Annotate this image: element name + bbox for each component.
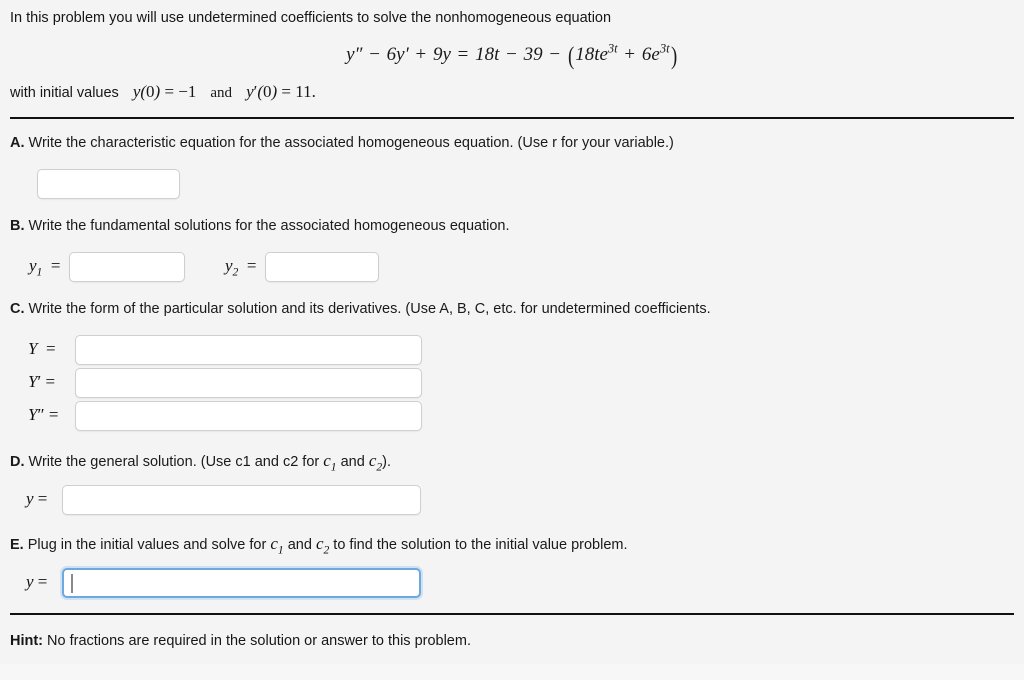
label-Y-double-prime: Y″ =	[28, 405, 59, 424]
section-e-prompt: E. Plug in the initial values and solve …	[10, 534, 628, 556]
section-c-letter: C.	[10, 301, 25, 317]
section-a-text: Write the characteristic equation for th…	[28, 135, 674, 151]
particular-solution-Y-input[interactable]	[75, 335, 422, 365]
label-y-ivp: y =	[26, 572, 48, 591]
label-Y-prime: Y′ =	[28, 372, 56, 391]
section-e-text-end: to find the solution to the initial valu…	[329, 537, 628, 553]
particular-solution-Y-double-prime-input[interactable]	[75, 401, 422, 431]
initial-value-2: y′(0) = 11.	[246, 82, 316, 101]
ivp-solution-input[interactable]	[62, 568, 421, 598]
section-d-c1: c1	[323, 451, 337, 474]
bottom-band	[0, 664, 1024, 680]
characteristic-equation-input[interactable]	[37, 169, 180, 199]
section-d-letter: D.	[10, 454, 25, 470]
section-d-c2: c2	[368, 451, 383, 474]
hint-label: Hint:	[10, 633, 44, 649]
section-e-c2: c2	[315, 534, 330, 557]
equation-render: y″ − 6y′ + 9y = 18t − 39 − (18te3t + 6e3…	[346, 42, 677, 71]
fundamental-solution-y1-input[interactable]	[69, 252, 185, 282]
label-y-general: y =	[26, 489, 48, 508]
text-cursor	[71, 574, 73, 593]
fundamental-solution-y2-input[interactable]	[265, 252, 379, 282]
section-c-text: Write the form of the particular solutio…	[28, 301, 711, 317]
section-b-letter: B.	[10, 218, 25, 234]
general-solution-input[interactable]	[62, 485, 421, 515]
problem-page: In this problem you will use undetermine…	[0, 0, 1024, 680]
section-d-prompt: D. Write the general solution. (Use c1 a…	[10, 451, 391, 473]
section-e-text-mid: and	[283, 537, 316, 553]
hint-text: No fractions are required in the solutio…	[47, 633, 471, 649]
section-e-text-part1: Plug in the initial values and solve for	[27, 537, 271, 553]
section-a-prompt: A. Write the characteristic equation for…	[10, 135, 674, 151]
intro-text: In this problem you will use undetermine…	[10, 10, 612, 26]
section-d-text-part1: Write the general solution. (Use c1 and …	[28, 454, 324, 470]
initial-value-1: y(0) = −1	[132, 82, 197, 101]
particular-solution-Y-prime-input[interactable]	[75, 368, 422, 398]
section-e-letter: E.	[10, 537, 24, 553]
section-e-c1: c1	[270, 534, 284, 557]
section-c-prompt: C. Write the form of the particular solu…	[10, 301, 711, 317]
section-b-text: Write the fundamental solutions for the …	[28, 218, 510, 234]
divider-bottom	[10, 613, 1014, 615]
label-y2: y2 =	[225, 256, 257, 279]
label-y1: y1 =	[29, 256, 61, 279]
initial-values-line: with initial values y(0) = −1 and y′(0) = 1…	[10, 81, 316, 104]
hint-line: Hint: No fractions are required in the s…	[10, 632, 471, 651]
differential-equation: y″ − 6y′ + 9y = 18t − 39 − (18te3t + 6e3…	[0, 42, 1024, 71]
divider-top	[10, 117, 1014, 119]
section-d-text-mid: and	[336, 454, 369, 470]
section-d-text-end: ).	[382, 454, 392, 470]
section-a-letter: A.	[10, 135, 25, 151]
label-Y: Y =	[28, 339, 56, 358]
initial-values-conjunction: and	[210, 85, 233, 101]
initial-values-label: with initial values	[10, 85, 119, 101]
section-b-prompt: B. Write the fundamental solutions for t…	[10, 218, 510, 234]
